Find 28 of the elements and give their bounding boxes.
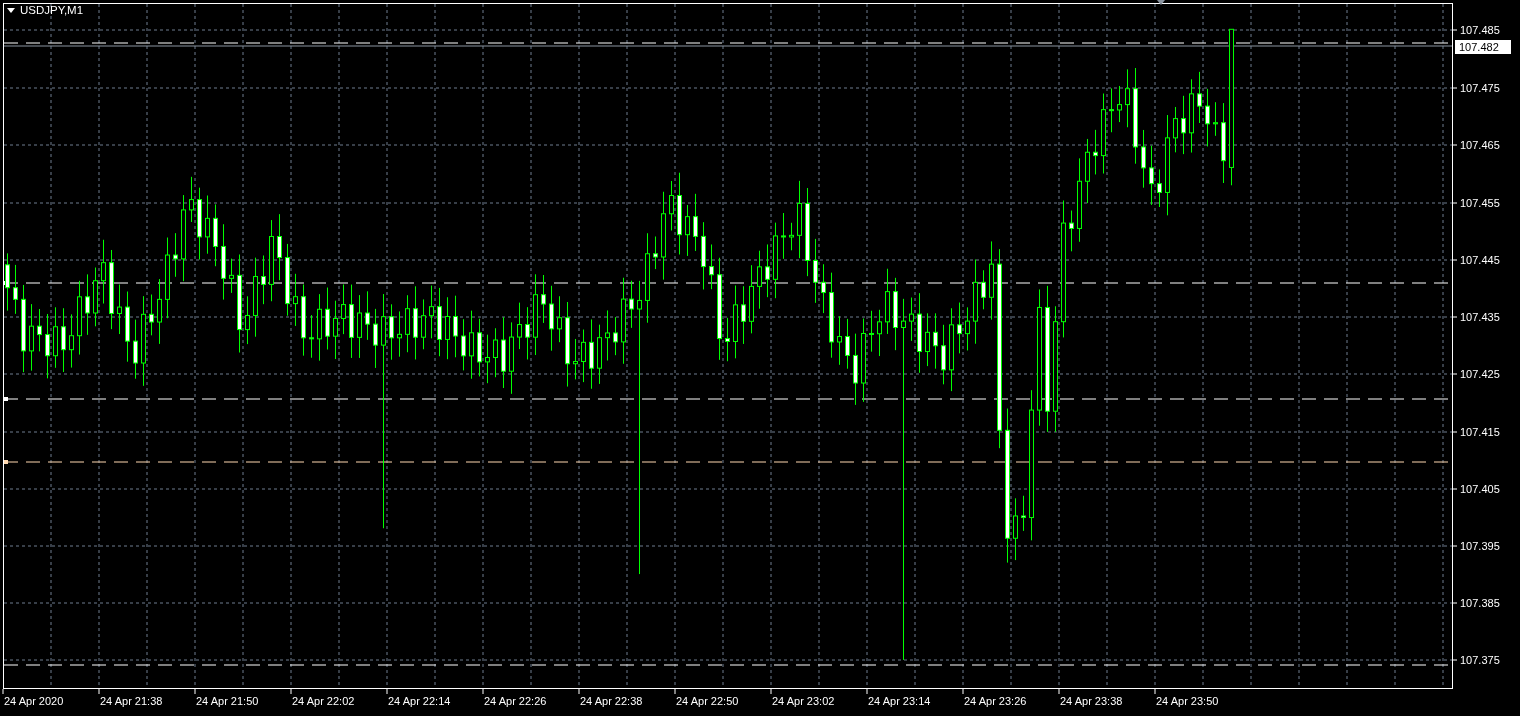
dropdown-triangle-icon[interactable] (7, 8, 15, 13)
time-label: 24 Apr 23:26 (964, 695, 1027, 707)
price-label: 107.425 (1460, 368, 1500, 380)
price-label: 107.415 (1460, 426, 1500, 438)
price-label: 107.445 (1460, 254, 1500, 266)
time-label: 24 Apr 21:50 (196, 695, 259, 707)
price-label: 107.435 (1460, 311, 1500, 323)
time-label: 24 Apr 22:26 (484, 695, 547, 707)
time-label: 24 Apr 22:14 (388, 695, 451, 707)
price-label: 107.475 (1460, 82, 1500, 94)
time-label: 24 Apr 22:02 (292, 695, 355, 707)
price-label: 107.455 (1460, 197, 1500, 209)
time-label: 24 Apr 23:38 (1060, 695, 1123, 707)
time-label: 24 Apr 23:14 (868, 695, 931, 707)
time-label: 24 Apr 21:38 (100, 695, 163, 707)
price-label: 107.465 (1460, 139, 1500, 151)
time-label: 24 Apr 22:38 (580, 695, 643, 707)
price-label: 107.485 (1460, 24, 1500, 36)
time-label: 24 Apr 2020 (4, 695, 64, 707)
time-label: 24 Apr 23:02 (772, 695, 835, 707)
price-label: 107.375 (1460, 654, 1500, 666)
current-price-label: 107.482 (1455, 40, 1511, 54)
price-label: 107.405 (1460, 483, 1500, 495)
time-label: 24 Apr 22:50 (676, 695, 739, 707)
time-label: 24 Apr 23:50 (1156, 695, 1219, 707)
price-label: 107.385 (1460, 597, 1500, 609)
chart-title: USDJPY,M1 (20, 4, 84, 16)
price-label: 107.395 (1460, 540, 1500, 552)
